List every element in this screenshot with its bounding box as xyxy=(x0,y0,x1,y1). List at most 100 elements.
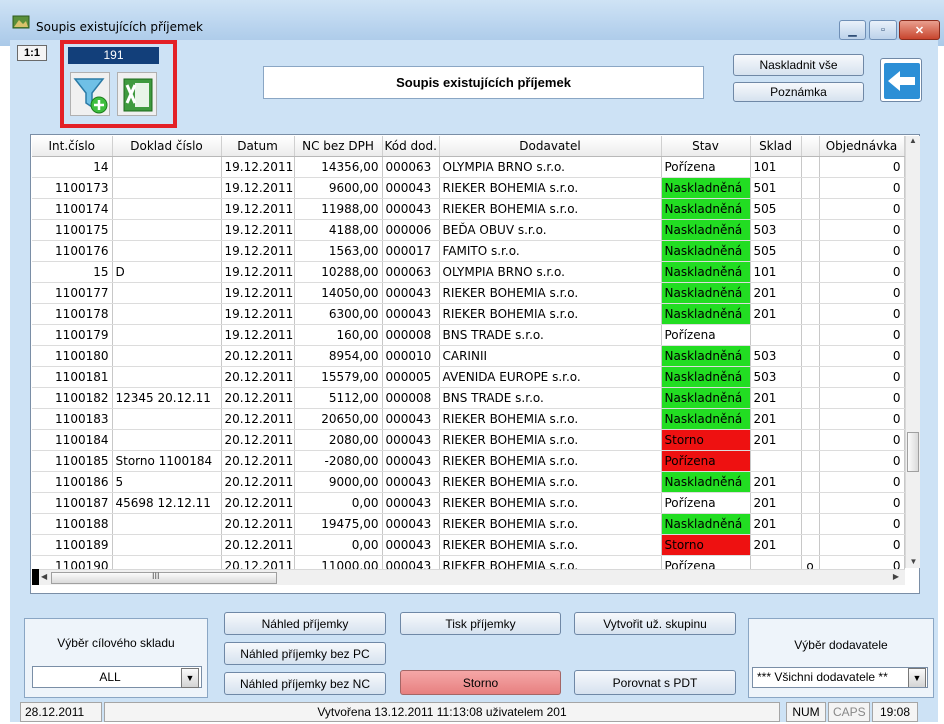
table-cell[interactable]: RIEKER BOHEMIA s.r.o. xyxy=(439,471,662,493)
close-button[interactable]: ✕ xyxy=(899,20,940,40)
table-row[interactable]: 1100187 45698 12.12.11 20.12.2011 0,00 00004… xyxy=(32,492,905,514)
status-cell[interactable]: Naskladněná xyxy=(661,471,751,493)
status-cell[interactable]: Naskladněná xyxy=(661,387,751,409)
table-cell[interactable]: 000008 xyxy=(382,387,440,409)
table-cell[interactable]: 0 xyxy=(819,387,905,409)
table-cell[interactable]: 501 xyxy=(750,177,802,199)
table-cell[interactable]: 000043 xyxy=(382,177,440,199)
table-cell[interactable] xyxy=(801,303,820,325)
table-cell[interactable]: 14050,00 xyxy=(294,282,383,304)
table-cell[interactable]: 1100176 xyxy=(32,240,113,262)
table-cell[interactable]: 1100187 xyxy=(32,492,113,514)
status-cell[interactable]: Naskladněná xyxy=(661,219,751,241)
table-cell[interactable]: 503 xyxy=(750,366,802,388)
table-cell[interactable] xyxy=(112,366,222,388)
table-cell[interactable]: 000043 xyxy=(382,282,440,304)
table-cell[interactable] xyxy=(112,429,222,451)
table-cell[interactable]: 14356,00 xyxy=(294,156,383,178)
table-row[interactable]: 1100176 19.12.2011 1563,00 000017 FAMITO s.r… xyxy=(32,240,905,262)
table-cell[interactable]: 0 xyxy=(819,240,905,262)
status-cell[interactable]: Naskladněná xyxy=(661,198,751,220)
table-cell[interactable]: 1100173 xyxy=(32,177,113,199)
table-cell[interactable] xyxy=(112,534,222,556)
table-cell[interactable]: 201 xyxy=(750,282,802,304)
table-cell[interactable]: 101 xyxy=(750,156,802,178)
table-cell[interactable]: 0 xyxy=(819,282,905,304)
table-cell[interactable]: 201 xyxy=(750,513,802,535)
table-cell[interactable]: 201 xyxy=(750,492,802,514)
table-row[interactable]: 15 D 19.12.2011 10288,00 000063 OLYMPIA BRNO … xyxy=(32,261,905,283)
table-cell[interactable] xyxy=(801,492,820,514)
table-cell[interactable] xyxy=(750,324,802,346)
table-cell[interactable]: 10288,00 xyxy=(294,261,383,283)
table-cell[interactable]: 0 xyxy=(819,492,905,514)
table-cell[interactable]: 000017 xyxy=(382,240,440,262)
status-cell[interactable]: Naskladněná xyxy=(661,366,751,388)
column-header[interactable]: Sklad xyxy=(750,136,802,157)
table-cell[interactable]: 5112,00 xyxy=(294,387,383,409)
scroll-left-icon[interactable]: ◀ xyxy=(41,572,47,581)
table-cell[interactable] xyxy=(112,513,222,535)
table-row[interactable]: 14 19.12.2011 14356,00 000063 OLYMPIA BRNO s… xyxy=(32,156,905,178)
table-cell[interactable]: 19.12.2011 xyxy=(221,198,295,220)
chevron-down-icon[interactable]: ▼ xyxy=(181,668,199,688)
back-button[interactable] xyxy=(880,58,922,102)
table-cell[interactable]: RIEKER BOHEMIA s.r.o. xyxy=(439,492,662,514)
table-cell[interactable]: RIEKER BOHEMIA s.r.o. xyxy=(439,303,662,325)
table-cell[interactable]: 19.12.2011 xyxy=(221,303,295,325)
table-cell[interactable]: 19.12.2011 xyxy=(221,156,295,178)
table-cell[interactable]: 1100181 xyxy=(32,366,113,388)
status-cell[interactable]: Storno xyxy=(661,534,751,556)
column-header[interactable]: Objednávka xyxy=(819,136,905,157)
table-cell[interactable]: 000043 xyxy=(382,429,440,451)
column-header[interactable]: Kód dod. xyxy=(382,136,440,157)
table-cell[interactable] xyxy=(801,471,820,493)
table-cell[interactable]: 0 xyxy=(819,345,905,367)
table-cell[interactable]: 20.12.2011 xyxy=(221,450,295,472)
column-header[interactable]: Int.číslo xyxy=(32,136,113,157)
table-cell[interactable]: 19475,00 xyxy=(294,513,383,535)
table-cell[interactable]: 4188,00 xyxy=(294,219,383,241)
table-cell[interactable]: 000043 xyxy=(382,303,440,325)
table-cell[interactable] xyxy=(112,345,222,367)
table-row[interactable]: 1100181 20.12.2011 15579,00 000005 AVENIDA E… xyxy=(32,366,905,388)
table-cell[interactable]: 000005 xyxy=(382,366,440,388)
table-cell[interactable]: 0 xyxy=(819,450,905,472)
vertical-scrollbar[interactable]: ▲ ▼ xyxy=(905,136,920,568)
table-row[interactable]: 1100177 19.12.2011 14050,00 000043 RIEKER BO… xyxy=(32,282,905,304)
vertical-scroll-thumb[interactable] xyxy=(907,432,919,472)
table-cell[interactable] xyxy=(112,324,222,346)
table-cell[interactable] xyxy=(112,198,222,220)
table-cell[interactable]: 1100184 xyxy=(32,429,113,451)
table-cell[interactable]: 1100179 xyxy=(32,324,113,346)
minimize-button[interactable]: ▁ xyxy=(839,20,866,40)
table-cell[interactable]: 20.12.2011 xyxy=(221,408,295,430)
status-cell[interactable]: Pořízena xyxy=(661,156,751,178)
table-cell[interactable] xyxy=(750,450,802,472)
table-cell[interactable]: 000043 xyxy=(382,471,440,493)
table-cell[interactable]: 201 xyxy=(750,303,802,325)
table-cell[interactable]: 1100180 xyxy=(32,345,113,367)
table-cell[interactable]: 000043 xyxy=(382,450,440,472)
table-cell[interactable] xyxy=(112,156,222,178)
table-cell[interactable]: 1100175 xyxy=(32,219,113,241)
table-cell[interactable]: 8954,00 xyxy=(294,345,383,367)
table-cell[interactable] xyxy=(801,240,820,262)
table-cell[interactable]: 0 xyxy=(819,429,905,451)
table-cell[interactable]: 0 xyxy=(819,408,905,430)
table-row[interactable]: 1100180 20.12.2011 8954,00 000010 CARINII Nas… xyxy=(32,345,905,367)
column-header[interactable]: Dodavatel xyxy=(439,136,662,157)
table-cell[interactable]: BEĎA OBUV s.r.o. xyxy=(439,219,662,241)
table-cell[interactable] xyxy=(801,345,820,367)
table-row[interactable]: 1100185 Storno 1100184 20.12.2011 -2080,00 0… xyxy=(32,450,905,472)
table-cell[interactable] xyxy=(801,324,820,346)
porovnat-pdt-button[interactable]: Porovnat s PDT xyxy=(574,670,736,695)
table-cell[interactable] xyxy=(801,429,820,451)
table-cell[interactable]: 000006 xyxy=(382,219,440,241)
column-header[interactable]: Datum xyxy=(221,136,295,157)
table-cell[interactable]: 000008 xyxy=(382,324,440,346)
table-cell[interactable]: 1563,00 xyxy=(294,240,383,262)
table-row[interactable]: 1100183 20.12.2011 20650,00 000043 RIEKER BO… xyxy=(32,408,905,430)
status-cell[interactable]: Pořízena xyxy=(661,324,751,346)
status-cell[interactable]: Storno xyxy=(661,429,751,451)
